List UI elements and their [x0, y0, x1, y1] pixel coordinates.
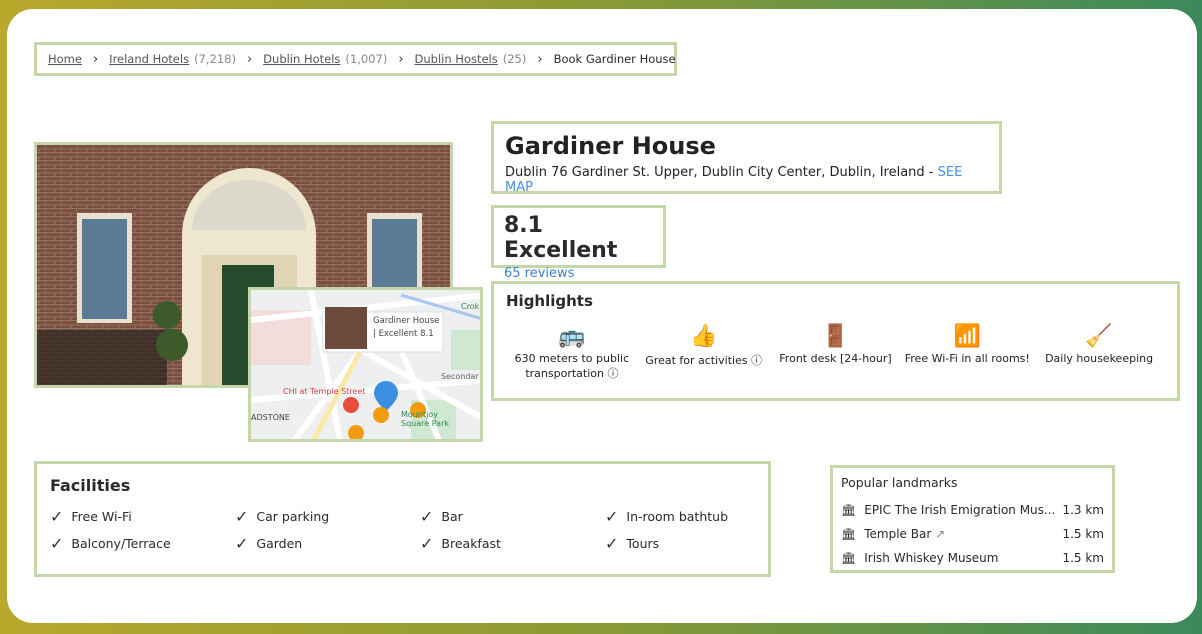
- map-label: ADSTONE: [251, 413, 290, 422]
- landmark-distance: 1.5 km: [1062, 527, 1104, 541]
- breadcrumb-count: (7,218): [194, 52, 236, 66]
- museum-icon: 🏛: [841, 551, 857, 565]
- highlight-label: Front desk [24-hour]: [779, 352, 892, 365]
- reviews-link[interactable]: 65 reviews: [504, 266, 653, 281]
- popular-landmarks: Popular landmarks 🏛 EPIC The Irish Emigra…: [830, 465, 1115, 573]
- rating-score: 8.1 Excellent: [504, 213, 618, 263]
- facility-label: Tours: [626, 536, 660, 551]
- breadcrumb-link[interactable]: Dublin Hotels: [263, 52, 340, 66]
- check-icon: ✓: [420, 507, 434, 526]
- facility-item: ✓ Free Wi-Fi: [50, 507, 235, 526]
- external-link-icon[interactable]: ↗: [935, 527, 945, 541]
- facility-item: ✓ In-room bathtub: [605, 507, 790, 526]
- landmark-name: EPIC The Irish Emigration Mus...: [864, 503, 1056, 517]
- check-icon: ✓: [50, 534, 64, 553]
- chevron-right-icon: ›: [537, 51, 543, 67]
- breadcrumb: Home › Ireland Hotels (7,218) › Dublin Hotels…: [34, 42, 677, 76]
- facility-label: Garden: [256, 536, 303, 551]
- rating-box: 8.1 Excellent 65 reviews: [491, 205, 666, 281]
- landmarks-title: Popular landmarks: [841, 475, 958, 490]
- breadcrumb-count: (25): [502, 52, 527, 66]
- highlight-label: Free Wi-Fi in all rooms!: [904, 352, 1030, 365]
- thumbs-up-icon: 👍: [689, 324, 718, 349]
- broom-icon: 🧹: [1085, 324, 1113, 349]
- highlight-label: Great for activities ⓘ: [645, 354, 763, 367]
- hotel-name: Gardiner House: [505, 132, 716, 160]
- facility-label: Free Wi-Fi: [71, 509, 132, 524]
- facility-item: ✓ Car parking: [235, 507, 420, 526]
- check-icon: ✓: [420, 534, 434, 553]
- museum-icon: 🏛: [841, 527, 857, 541]
- wifi-icon: 📶: [953, 324, 981, 349]
- highlight-item: 🚌 630 meters to public transportation ⓘ: [506, 322, 638, 381]
- map-popup-title: Gardiner House: [373, 316, 440, 326]
- landmark-distance: 1.5 km: [1062, 551, 1104, 565]
- breadcrumb-count: (1,007): [345, 52, 388, 66]
- highlights-title: Highlights: [506, 292, 593, 310]
- map-label: Secondar: [441, 372, 479, 381]
- check-icon: ✓: [605, 507, 619, 526]
- facility-label: Bar: [441, 509, 463, 524]
- door-icon: 🚪: [821, 324, 850, 349]
- chevron-right-icon: ›: [246, 51, 253, 67]
- museum-icon: 🏛: [841, 503, 857, 517]
- landmark-name: Temple Bar: [864, 527, 932, 541]
- facility-item: ✓ Breakfast: [420, 534, 605, 553]
- hotel-address: Dublin 76 Gardiner St. Upper, Dublin Cit…: [505, 165, 938, 180]
- facility-item: ✓ Bar: [420, 507, 605, 526]
- breadcrumb-link[interactable]: Home: [48, 52, 82, 66]
- chevron-right-icon: ›: [398, 51, 404, 67]
- facility-item: ✓ Balcony/Terrace: [50, 534, 235, 553]
- facility-item: ✓ Tours: [605, 534, 790, 553]
- breadcrumb-link[interactable]: Ireland Hotels: [109, 52, 189, 66]
- facility-label: Balcony/Terrace: [71, 536, 171, 551]
- map-label: Mountjoy Square Park: [401, 410, 449, 428]
- highlight-item: 🧹 Daily housekeeping: [1033, 322, 1165, 381]
- facilities: Facilities ✓ Free Wi-Fi ✓ Car parking ✓ Bar ✓ I…: [34, 461, 771, 577]
- highlight-label: 630 meters to public transportation ⓘ: [514, 352, 630, 380]
- highlight-label: Daily housekeeping: [1045, 352, 1154, 365]
- facilities-title: Facilities: [50, 476, 131, 495]
- facility-label: Car parking: [256, 509, 330, 524]
- check-icon: ✓: [235, 534, 249, 553]
- breadcrumb-link[interactable]: Dublin Hostels: [415, 52, 498, 66]
- landmark-row[interactable]: 🏛 EPIC The Irish Emigration Mus... 1.3 km: [841, 498, 1104, 522]
- chevron-right-icon: ›: [92, 51, 99, 67]
- highlight-item: 🚪 Front desk [24-hour]: [770, 322, 902, 381]
- facility-label: In-room bathtub: [626, 509, 729, 524]
- facility-label: Breakfast: [441, 536, 501, 551]
- check-icon: ✓: [235, 507, 249, 526]
- highlight-item: 📶 Free Wi-Fi in all rooms!: [901, 322, 1033, 381]
- landmark-distance: 1.3 km: [1062, 503, 1104, 517]
- check-icon: ✓: [50, 507, 64, 526]
- check-icon: ✓: [605, 534, 619, 553]
- landmark-name: Irish Whiskey Museum: [864, 551, 999, 565]
- bus-icon: 🚌: [558, 324, 586, 349]
- map-popup-rating: | Excellent 8.1: [373, 329, 434, 339]
- hotel-header: Gardiner House Dublin 76 Gardiner St. Up…: [491, 121, 1002, 195]
- breadcrumb-current: Book Gardiner House: [553, 52, 676, 66]
- map-label: CHI at Temple Street: [283, 387, 366, 396]
- map-label: Crok: [461, 302, 480, 311]
- highlight-item: 👍 Great for activities ⓘ: [638, 322, 770, 381]
- highlights: Highlights 🚌 630 meters to public transpo…: [491, 281, 1180, 401]
- location-map[interactable]: Gardiner House | Excellent 8.1 CHI at Te…: [248, 287, 483, 442]
- facility-item: ✓ Garden: [235, 534, 420, 553]
- landmark-row[interactable]: 🏛 Irish Whiskey Museum 1.5 km: [841, 546, 1104, 570]
- landmark-row[interactable]: 🏛 Temple Bar ↗ 1.5 km: [841, 522, 1104, 546]
